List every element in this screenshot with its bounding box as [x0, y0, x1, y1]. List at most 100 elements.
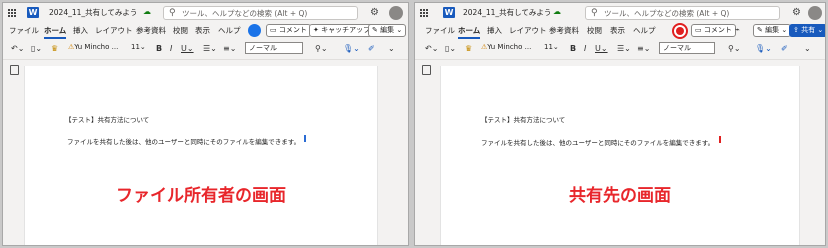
ribbon-tabs: ファイル ホーム 挿入 レイアウト 参考資料 校閲 表示 ヘルプ ▭ コメント …: [3, 23, 408, 39]
gear-icon[interactable]: ⚙: [792, 7, 801, 18]
catchup-button[interactable]: ✦ キャッチアップ: [309, 24, 375, 37]
search-input[interactable]: ツール、ヘルプなどの検索 (Alt + Q): [604, 8, 729, 19]
word-icon: W: [27, 7, 39, 18]
format-painter-icon[interactable]: ♛: [465, 43, 472, 54]
pane-toggle-icon[interactable]: [422, 65, 431, 75]
undo-icon[interactable]: ↶⌄: [425, 43, 438, 54]
bullets-icon[interactable]: ☰⌄: [617, 43, 631, 54]
tab-review[interactable]: 校閲: [173, 25, 188, 36]
style-select[interactable]: ノーマル: [659, 42, 715, 54]
tab-help[interactable]: ヘルプ: [218, 25, 241, 36]
align-icon[interactable]: ≡⌄: [223, 43, 236, 54]
italic-icon[interactable]: I: [170, 43, 172, 54]
document-page[interactable]: 【テスト】共有方法について ファイルを共有した後は、他のユーザーと同時にそのファ…: [24, 66, 378, 245]
search-box[interactable]: ⚲ ツール、ヘルプなどの検索 (Alt + Q): [163, 6, 358, 20]
catchup-icon[interactable]: ⌁: [735, 25, 740, 34]
edit-mode-button[interactable]: ✎ 編集 ⌄: [753, 24, 792, 37]
search-icon: ⚲: [591, 8, 598, 18]
tab-review[interactable]: 校閲: [587, 25, 602, 36]
title-bar: W 2024_11_共有してみよう ☁ ⚲ ツール、ヘルプなどの検索 (Alt …: [415, 3, 825, 23]
tab-file[interactable]: ファイル: [425, 25, 455, 36]
caption: 共有先の画面: [569, 186, 671, 206]
undo-icon[interactable]: ↶⌄: [11, 43, 24, 54]
edit-mode-button[interactable]: ✎ 編集 ⌄: [368, 24, 407, 37]
ribbon-tabs: ファイル ホーム 挿入 レイアウト 参考資料 校閲 表示 ヘルプ ▭ コメント …: [415, 23, 825, 39]
doc-heading: 【テスト】共有方法について: [65, 116, 150, 124]
bold-icon[interactable]: B: [156, 43, 162, 54]
tab-file[interactable]: ファイル: [9, 25, 39, 36]
avatar[interactable]: [389, 6, 403, 20]
search-box[interactable]: ⚲ ツール、ヘルプなどの検索 (Alt + Q): [585, 6, 780, 20]
owner-window: W 2024_11_共有してみよう ☁ ⚲ ツール、ヘルプなどの検索 (Alt …: [2, 2, 409, 246]
avatar[interactable]: [808, 6, 822, 20]
apps-grid-icon[interactable]: [8, 9, 16, 17]
search-input[interactable]: ツール、ヘルプなどの検索 (Alt + Q): [182, 8, 307, 19]
style-name: ノーマル: [249, 44, 277, 52]
doc-heading: 【テスト】共有方法について: [481, 116, 566, 124]
tab-layout[interactable]: レイアウト: [509, 25, 547, 36]
format-painter-icon[interactable]: ♛: [51, 43, 58, 54]
doc-body: ファイルを共有した後は、他のユーザーと同時にそのファイルを編集できます。: [67, 138, 301, 146]
tab-layout[interactable]: レイアウト: [95, 25, 133, 36]
font-name-select[interactable]: ⚠Yu Mincho ...: [65, 42, 125, 54]
owner-cursor: [304, 135, 306, 142]
share-button[interactable]: ⇪ 共有 ⌄: [789, 24, 825, 37]
tab-view[interactable]: 表示: [195, 25, 210, 36]
tab-home[interactable]: ホーム: [458, 25, 481, 39]
collaborator-window: W 2024_11_共有してみよう ☁ ⚲ ツール、ヘルプなどの検索 (Alt …: [414, 2, 826, 246]
paste-icon[interactable]: ▯⌄: [31, 43, 42, 54]
tab-insert[interactable]: 挿入: [487, 25, 502, 36]
tab-home[interactable]: ホーム: [44, 25, 67, 39]
style-select[interactable]: ノーマル: [245, 42, 303, 54]
comment-label: コメント: [278, 26, 307, 34]
document-title[interactable]: 2024_11_共有してみよう: [49, 7, 137, 18]
underline-icon[interactable]: U⌄: [595, 43, 608, 54]
doc-body: ファイルを共有した後は、他のユーザーと同時にそのファイルを編集できます。: [481, 139, 715, 147]
tab-references[interactable]: 参考資料: [549, 25, 579, 36]
font-name-select[interactable]: ⚠Yu Mincho ...: [478, 42, 540, 54]
document-title[interactable]: 2024_11_共有してみよう: [463, 7, 551, 18]
designer-icon[interactable]: ✐: [368, 43, 375, 54]
more-icon[interactable]: ⌄: [804, 43, 811, 54]
search-icon: ⚲: [169, 8, 176, 18]
more-icon[interactable]: ⌄: [388, 43, 395, 54]
document-page[interactable]: 【テスト】共有方法について ファイルを共有した後は、他のユーザーと同時にそのファ…: [440, 66, 800, 245]
italic-icon[interactable]: I: [584, 43, 586, 54]
edit-label: 編集: [765, 26, 780, 34]
home-toolbar: ↶⌄ ▯⌄ ♛ ⚠Yu Mincho ... 11⌄ B I U⌄ ☰⌄ ≡⌄ …: [415, 39, 825, 60]
underline-icon[interactable]: U⌄: [181, 43, 194, 54]
designer-icon[interactable]: ✐: [781, 43, 788, 54]
paste-icon[interactable]: ▯⌄: [445, 43, 456, 54]
document-canvas: 【テスト】共有方法について ファイルを共有した後は、他のユーザーと同時にそのファ…: [3, 60, 408, 245]
font-name: Yu Mincho ...: [74, 43, 119, 51]
comment-button[interactable]: ▭ コメント: [691, 24, 736, 37]
bold-icon[interactable]: B: [570, 43, 576, 54]
home-toolbar: ↶⌄ ▯⌄ ♛ ⚠Yu Mincho ... 11⌄ B I U⌄ ☰⌄ ≡⌄ …: [3, 39, 408, 60]
tab-insert[interactable]: 挿入: [73, 25, 88, 36]
find-icon[interactable]: ⚲⌄: [728, 43, 741, 54]
dictate-icon[interactable]: 🎙⌄: [755, 43, 772, 54]
bullets-icon[interactable]: ☰⌄: [203, 43, 217, 54]
comment-label: コメント: [703, 26, 732, 34]
cloud-saved-icon: ☁: [143, 7, 151, 16]
font-size-select[interactable]: 11⌄: [128, 42, 148, 54]
find-icon[interactable]: ⚲⌄: [315, 43, 328, 54]
gear-icon[interactable]: ⚙: [370, 7, 379, 18]
font-size: 11: [544, 43, 553, 51]
document-canvas: 【テスト】共有方法について ファイルを共有した後は、他のユーザーと同時にそのファ…: [415, 60, 825, 245]
apps-grid-icon[interactable]: [420, 9, 428, 17]
presence-avatar[interactable]: [248, 24, 261, 37]
tab-help[interactable]: ヘルプ: [633, 25, 656, 36]
title-bar: W 2024_11_共有してみよう ☁ ⚲ ツール、ヘルプなどの検索 (Alt …: [3, 3, 408, 23]
comment-button[interactable]: ▭ コメント: [266, 24, 311, 37]
font-size-select[interactable]: 11⌄: [541, 42, 561, 54]
style-name: ノーマル: [663, 44, 691, 52]
tab-view[interactable]: 表示: [610, 25, 625, 36]
dictate-icon[interactable]: 🎙⌄: [343, 43, 360, 54]
catchup-label: キャッチアップ: [321, 26, 371, 34]
align-icon[interactable]: ≡⌄: [637, 43, 650, 54]
tab-references[interactable]: 参考資料: [136, 25, 166, 36]
presence-avatar[interactable]: [672, 23, 688, 39]
edit-label: 編集: [380, 26, 395, 34]
pane-toggle-icon[interactable]: [10, 65, 19, 75]
